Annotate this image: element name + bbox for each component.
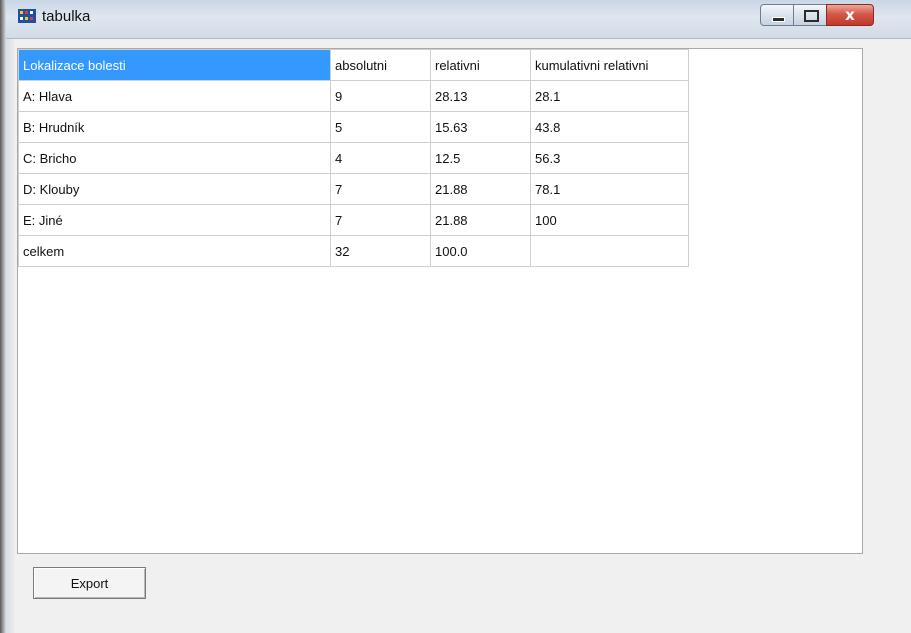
table-row: D: Klouby 7 21.88 78.1 — [18, 173, 689, 205]
app-icon — [18, 9, 36, 23]
table-cell[interactable]: 100.0 — [430, 235, 531, 267]
close-button[interactable]: x — [826, 4, 874, 26]
table-total-row: celkem 32 100.0 — [18, 235, 689, 267]
table-row: B: Hrudník 5 15.63 43.8 — [18, 111, 689, 143]
table-row: C: Bricho 4 12.5 56.3 — [18, 142, 689, 174]
table-cell[interactable]: 32 — [330, 235, 431, 267]
table-row: E: Jiné 7 21.88 100 — [18, 204, 689, 236]
table-cell[interactable]: 28.1 — [530, 80, 689, 112]
table-cell[interactable]: 7 — [330, 204, 431, 236]
frequency-table: Lokalizace bolesti absolutni relativni k… — [18, 49, 689, 267]
table-cell[interactable]: 100 — [530, 204, 689, 236]
maximize-button[interactable] — [793, 4, 827, 26]
close-icon: x — [845, 6, 855, 24]
table-cell[interactable]: E: Jiné — [18, 204, 331, 236]
table-cell[interactable]: 7 — [330, 173, 431, 205]
table-cell[interactable]: 78.1 — [530, 173, 689, 205]
table-cell[interactable]: 56.3 — [530, 142, 689, 174]
desktop-edge — [0, 0, 14, 633]
table-header-row: Lokalizace bolesti absolutni relativni k… — [18, 49, 689, 81]
minimize-icon — [772, 17, 785, 22]
header-cell-lokalizace[interactable]: Lokalizace bolesti — [18, 49, 331, 81]
table-cell[interactable]: celkem — [18, 235, 331, 267]
title-bar: tabulka x — [6, 0, 911, 39]
table-cell[interactable]: 43.8 — [530, 111, 689, 143]
table-cell[interactable]: 9 — [330, 80, 431, 112]
header-cell-relativni[interactable]: relativni — [430, 49, 531, 81]
data-grid[interactable]: Lokalizace bolesti absolutni relativni k… — [17, 48, 863, 554]
export-button[interactable]: Export — [33, 567, 146, 599]
table-cell[interactable]: 21.88 — [430, 173, 531, 205]
table-row: A: Hlava 9 28.13 28.1 — [18, 80, 689, 112]
table-cell[interactable]: D: Klouby — [18, 173, 331, 205]
header-cell-kumulativni[interactable]: kumulativni relativni — [530, 49, 689, 81]
table-cell[interactable] — [530, 235, 689, 267]
table-cell[interactable]: 21.88 — [430, 204, 531, 236]
table-cell[interactable]: 15.63 — [430, 111, 531, 143]
minimize-button[interactable] — [760, 4, 794, 26]
header-cell-absolutni[interactable]: absolutni — [330, 49, 431, 81]
maximize-icon — [804, 10, 819, 22]
table-cell[interactable]: 4 — [330, 142, 431, 174]
table-cell[interactable]: 28.13 — [430, 80, 531, 112]
table-cell[interactable]: 12.5 — [430, 142, 531, 174]
table-cell[interactable]: C: Bricho — [18, 142, 331, 174]
table-cell[interactable]: A: Hlava — [18, 80, 331, 112]
table-cell[interactable]: B: Hrudník — [18, 111, 331, 143]
table-cell[interactable]: 5 — [330, 111, 431, 143]
window-title: tabulka — [42, 8, 91, 25]
